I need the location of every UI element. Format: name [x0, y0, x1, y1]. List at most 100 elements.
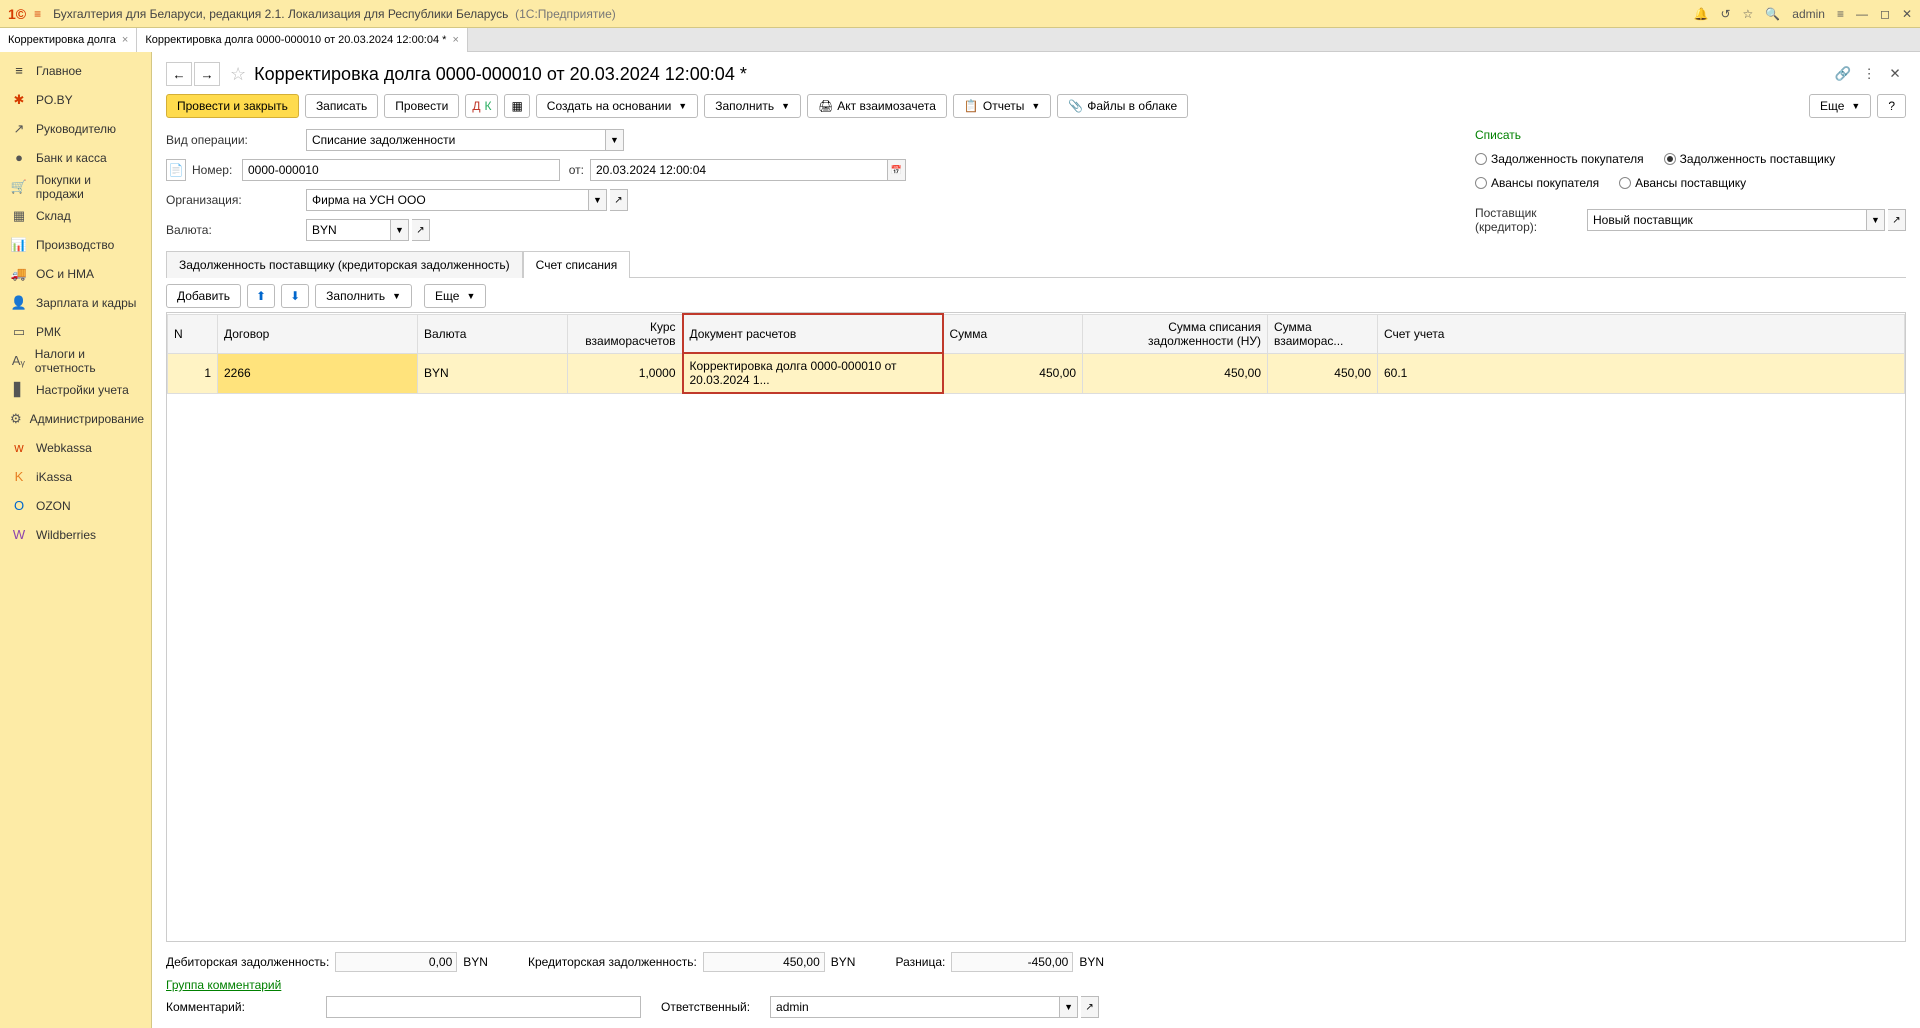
sidebar-label: Администрирование [30, 412, 144, 426]
data-table[interactable]: N Договор Валюта Курс взаиморасчетов Док… [166, 312, 1906, 942]
add-row-button[interactable]: Добавить [166, 284, 241, 308]
sidebar-item-2[interactable]: ↗Руководителю [0, 114, 151, 143]
supplier-input[interactable] [1587, 209, 1867, 231]
sidebar-item-16[interactable]: WWildberries [0, 520, 151, 549]
move-down-button[interactable]: ⬇ [281, 284, 309, 308]
calendar-icon[interactable]: 📅 [888, 159, 906, 181]
close-content-icon[interactable]: ✕ [1884, 63, 1906, 85]
cloud-files-button[interactable]: 📎Файлы в облаке [1057, 94, 1188, 118]
close-app-icon[interactable]: ✕ [1902, 7, 1912, 21]
sidebar-item-7[interactable]: 🚚ОС и НМА [0, 259, 151, 288]
col-doc[interactable]: Документ расчетов [683, 314, 943, 353]
radio-supplier-advance[interactable]: Авансы поставщику [1619, 176, 1746, 190]
act-button[interactable]: 🖨Акт взаимозачета [807, 94, 947, 118]
hamburger-icon[interactable]: ≡ [34, 7, 41, 21]
search-icon[interactable]: 🔍 [1765, 7, 1780, 21]
post-and-close-button[interactable]: Провести и закрыть [166, 94, 299, 118]
move-up-button[interactable]: ⬆ [247, 284, 275, 308]
help-button[interactable]: ? [1877, 94, 1906, 118]
tab-supplier-debt[interactable]: Задолженность поставщику (кредиторская з… [166, 251, 523, 278]
forward-button[interactable]: → [194, 62, 220, 86]
dropdown-icon[interactable]: ▼ [589, 189, 607, 211]
sidebar-item-5[interactable]: ▦Склад [0, 201, 151, 230]
currency-input[interactable] [306, 219, 391, 241]
radio-buyer-advance[interactable]: Авансы покупателя [1475, 176, 1599, 190]
op-type-input[interactable] [306, 129, 606, 151]
create-based-button[interactable]: Создать на основании▼ [536, 94, 698, 118]
tab-0[interactable]: Корректировка долга× [0, 28, 137, 52]
diff-cur: BYN [1079, 955, 1104, 969]
col-contract[interactable]: Договор [218, 314, 418, 353]
star-icon[interactable]: ☆ [1743, 7, 1754, 21]
write-button[interactable]: Записать [305, 94, 378, 118]
settings-icon[interactable]: ≡ [1837, 7, 1844, 21]
sidebar-item-13[interactable]: wWebkassa [0, 433, 151, 462]
sidebar-item-0[interactable]: ≡Главное [0, 56, 151, 85]
reports-button[interactable]: 📋Отчеты▼ [953, 94, 1051, 118]
col-rate[interactable]: Курс взаиморасчетов [568, 314, 683, 353]
sidebar-item-1[interactable]: ✱PO.BY [0, 85, 151, 114]
table-fill-button[interactable]: Заполнить▼ [315, 284, 412, 308]
table-row[interactable]: 12266BYN1,0000Корректировка долга 0000-0… [168, 353, 1905, 393]
sidebar-item-14[interactable]: KiKassa [0, 462, 151, 491]
back-button[interactable]: ← [166, 62, 192, 86]
structure-button[interactable]: ▦ [504, 94, 529, 118]
sidebar-label: PO.BY [36, 93, 73, 107]
history-icon[interactable]: ↺ [1720, 7, 1730, 21]
dropdown-icon[interactable]: ▼ [1867, 209, 1885, 231]
col-amount-vz[interactable]: Сумма взаиморас... [1268, 314, 1378, 353]
op-type-row: Вид операции: ▼ [166, 128, 906, 152]
fill-button[interactable]: Заполнить▼ [704, 94, 801, 118]
comment-input[interactable] [326, 996, 641, 1018]
number-input[interactable] [242, 159, 560, 181]
close-icon[interactable]: × [452, 34, 458, 46]
org-input[interactable] [306, 189, 589, 211]
radio-buyer-debt[interactable]: Задолженность покупателя [1475, 152, 1644, 166]
favorite-star-icon[interactable]: ☆ [230, 64, 246, 85]
sidebar-item-8[interactable]: 👤Зарплата и кадры [0, 288, 151, 317]
sidebar-item-3[interactable]: ●Банк и касса [0, 143, 151, 172]
post-button[interactable]: Провести [384, 94, 459, 118]
sidebar-item-15[interactable]: OOZON [0, 491, 151, 520]
credit-cur: BYN [831, 955, 856, 969]
doc-new-icon[interactable]: 📄 [166, 159, 186, 181]
more-icon[interactable]: ⋮ [1858, 63, 1880, 85]
table-more-button[interactable]: Еще▼ [424, 284, 486, 308]
sidebar-item-9[interactable]: ▭РМК [0, 317, 151, 346]
user-name[interactable]: admin [1792, 7, 1825, 21]
maximize-icon[interactable]: ◻ [1880, 7, 1890, 21]
link-icon[interactable]: 🔗 [1832, 63, 1854, 85]
dropdown-icon[interactable]: ▼ [606, 129, 624, 151]
comment-group-link[interactable]: Группа комментарий [166, 978, 1906, 992]
open-icon[interactable]: ↗ [1081, 996, 1099, 1018]
tab-writeoff-account[interactable]: Счет списания [523, 251, 631, 278]
sidebar-item-12[interactable]: ⚙Администрирование [0, 404, 151, 433]
col-currency[interactable]: Валюта [418, 314, 568, 353]
sidebar-item-11[interactable]: ▋Настройки учета [0, 375, 151, 404]
radio-supplier-debt[interactable]: Задолженность поставщику [1664, 152, 1836, 166]
debit-label: Дебиторская задолженность: [166, 955, 329, 969]
open-icon[interactable]: ↗ [1888, 209, 1906, 231]
open-icon[interactable]: ↗ [610, 189, 628, 211]
minimize-icon[interactable]: — [1856, 7, 1868, 21]
sidebar-label: Главное [36, 64, 82, 78]
date-input[interactable] [590, 159, 888, 181]
open-icon[interactable]: ↗ [412, 219, 430, 241]
more-button[interactable]: Еще▼ [1809, 94, 1871, 118]
dt-kt-button[interactable]: ДК [465, 94, 498, 118]
col-amount-nu[interactable]: Сумма списания задолженности (НУ) [1083, 314, 1268, 353]
tab-1[interactable]: Корректировка долга 0000-000010 от 20.03… [137, 28, 468, 52]
close-icon[interactable]: × [122, 34, 128, 46]
sidebar-item-4[interactable]: 🛒Покупки и продажи [0, 172, 151, 201]
section-icon: ▦ [10, 208, 28, 224]
sidebar-item-6[interactable]: 📊Производство [0, 230, 151, 259]
bell-icon[interactable]: 🔔 [1694, 7, 1709, 21]
sidebar-item-10[interactable]: AᵧНалоги и отчетность [0, 346, 151, 375]
supplier-label: Поставщик (кредитор): [1475, 206, 1587, 234]
col-amount[interactable]: Сумма [943, 314, 1083, 353]
responsible-input[interactable] [770, 996, 1060, 1018]
dropdown-icon[interactable]: ▼ [391, 219, 409, 241]
col-account[interactable]: Счет учета [1378, 314, 1905, 353]
dropdown-icon[interactable]: ▼ [1060, 996, 1078, 1018]
col-n[interactable]: N [168, 314, 218, 353]
